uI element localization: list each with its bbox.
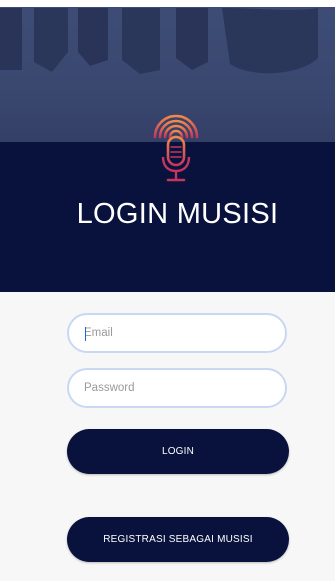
page-title: LOGIN MUSISI (76, 198, 279, 230)
login-button[interactable]: LOGIN (67, 429, 289, 474)
status-strip (0, 0, 335, 7)
header-banner: LOGIN MUSISI (0, 0, 335, 292)
email-input[interactable] (84, 327, 274, 339)
register-musician-button[interactable]: REGISTRASI SEBAGAI MUSISI (67, 517, 289, 562)
text-cursor (85, 327, 86, 341)
password-input[interactable] (84, 382, 274, 394)
email-field[interactable] (67, 313, 287, 353)
password-field[interactable] (67, 368, 287, 408)
microphone-icon (153, 114, 199, 182)
